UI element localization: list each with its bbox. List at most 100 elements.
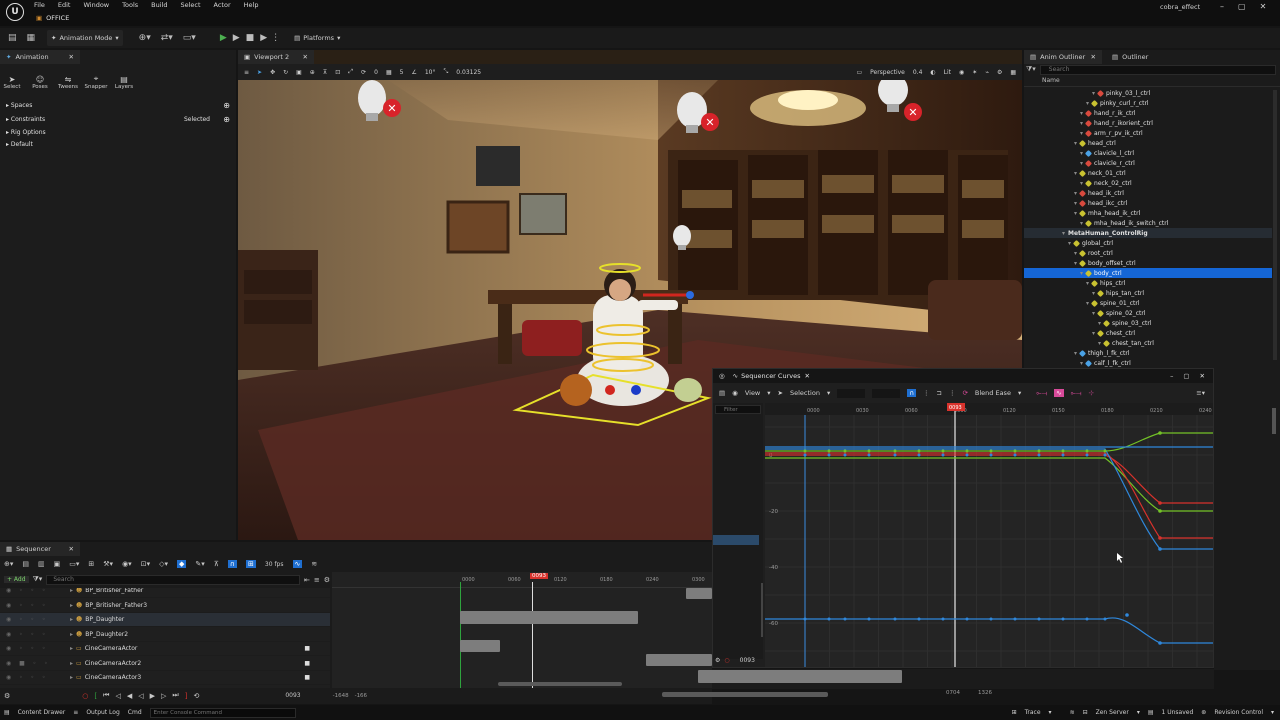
sequencer-track[interactable]: ◉ ◦ ◦ ◦ ▸ ☻ BP_Britisher_Father3: [0, 599, 330, 613]
save-icon[interactable]: ▤: [719, 389, 725, 397]
outliner-row[interactable]: ▾ clavicle_r_ctrl: [1080, 158, 1135, 168]
angle-value[interactable]: 10°: [425, 69, 436, 76]
menu-item-actor[interactable]: Actor: [214, 1, 231, 9]
expand-arrow-icon[interactable]: ▸: [70, 660, 73, 667]
play-advanced-icon[interactable]: ▶: [233, 33, 240, 43]
project-tab[interactable]: ▣ OFFICE: [36, 14, 69, 22]
menu-item-file[interactable]: File: [34, 1, 45, 9]
outliner-row[interactable]: ▾ mha_head_ik_switch_ctrl: [1080, 218, 1168, 228]
platforms-button[interactable]: ▤ Platforms ▾: [290, 30, 344, 46]
camera-cut-icon[interactable]: ■: [304, 645, 310, 652]
track-visibility-icons[interactable]: ◉ ◦ ◦ ◦: [0, 616, 70, 623]
step-back-icon[interactable]: ◁: [115, 692, 120, 700]
snap-icon[interactable]: ⊼: [214, 560, 219, 568]
stop-icon[interactable]: ■: [246, 33, 255, 43]
expand-arrow-icon[interactable]: ▾: [1080, 110, 1083, 117]
close-icon[interactable]: ✕: [1260, 2, 1267, 11]
angle-icon[interactable]: ∠: [411, 69, 416, 76]
constraints-dropdown[interactable]: Selected: [184, 116, 210, 123]
sequencer-track[interactable]: ◉ ■ ◦ ◦ ▸ ▭ CineCameraActor2 ■: [0, 657, 330, 671]
track-clip[interactable]: [460, 611, 638, 624]
outliner-tab[interactable]: ▤ Outliner: [1106, 50, 1166, 64]
timeline-nav-icon[interactable]: ⇤: [304, 576, 310, 584]
timeline-scrollbar[interactable]: [498, 682, 622, 686]
sequencer-track[interactable]: ◉ ◦ ◦ ◦ ▸ ▭ CineCameraActor3 ■: [0, 671, 330, 685]
frame-snap-icon[interactable]: ⊞: [246, 560, 256, 568]
expand-arrow-icon[interactable]: ▸: [70, 631, 73, 638]
viewport-tab[interactable]: ▣ Viewport 2 ✕: [238, 50, 314, 64]
bottom-scrollbar[interactable]: [662, 692, 828, 697]
expand-arrow-icon[interactable]: ▾: [1086, 100, 1089, 107]
expand-arrow-icon[interactable]: ▾: [1098, 320, 1101, 327]
maximize-icon[interactable]: ▢: [1238, 2, 1246, 11]
expand-arrow-icon[interactable]: ▸: [70, 602, 73, 609]
add-icon[interactable]: ⊕: [223, 101, 230, 110]
fov-value[interactable]: 0.4: [913, 69, 923, 76]
snap-icon[interactable]: ∩: [907, 389, 916, 397]
sequencer-search-input[interactable]: [46, 574, 300, 585]
perspective-dropdown[interactable]: Perspective: [870, 69, 905, 76]
outliner-row[interactable]: ▾ body_offset_ctrl: [1074, 258, 1136, 268]
outliner-row[interactable]: ▾ pinky_03_l_ctrl: [1092, 88, 1150, 98]
rotate-icon[interactable]: ↻: [283, 69, 288, 76]
curve-editor-icon[interactable]: ∿: [292, 560, 303, 568]
derived-data-icon[interactable]: ≋: [1070, 709, 1075, 716]
rig-options-section[interactable]: ▸ Rig Options: [6, 129, 46, 136]
minimize-icon[interactable]: –: [1220, 2, 1224, 11]
expand-arrow-icon[interactable]: ▾: [1092, 330, 1095, 337]
menu-item-help[interactable]: Help: [244, 1, 259, 9]
list-icon[interactable]: ≋: [311, 560, 317, 568]
curves-filter-input[interactable]: [715, 405, 761, 414]
track-visibility-icons[interactable]: ◉ ◦ ◦ ◦: [0, 674, 70, 681]
maximize-icon[interactable]: ▢: [1183, 372, 1189, 380]
menu-icon[interactable]: ≡▾: [1196, 389, 1205, 397]
view-range-end2[interactable]: 1326: [978, 690, 992, 696]
tangent-icon[interactable]: ⟜⟞: [1036, 389, 1047, 398]
record-icon[interactable]: ○: [82, 692, 88, 700]
record-icon[interactable]: ○: [724, 657, 729, 664]
outliner-row[interactable]: ▾ thigh_l_fk_ctrl: [1074, 348, 1130, 358]
value-field[interactable]: [872, 388, 901, 398]
track-visibility-icons[interactable]: ◉ ◦ ◦ ◦: [0, 645, 70, 652]
expand-arrow-icon[interactable]: ▾: [1092, 310, 1095, 317]
sequencer-track[interactable]: ◉ ◦ ◦ ◦ ▸ ☻ BP_Daughter2: [0, 628, 330, 642]
menu-item-tools[interactable]: Tools: [122, 1, 138, 9]
grid-value[interactable]: 5: [400, 69, 404, 76]
blend-dropdown[interactable]: Blend Ease: [975, 389, 1011, 397]
skip-end-icon[interactable]: ⏭: [172, 691, 178, 700]
expand-arrow-icon[interactable]: ▾: [1098, 340, 1101, 347]
outliner-row[interactable]: ▾ clavicle_l_ctrl: [1080, 148, 1134, 158]
playhead-label[interactable]: 0093: [530, 573, 548, 579]
outliner-row[interactable]: ▾ arm_r_pv_ik_ctrl: [1080, 128, 1143, 138]
camera-icon[interactable]: ▭▾: [183, 33, 196, 43]
select-icon[interactable]: ➤: [257, 69, 262, 76]
expand-arrow-icon[interactable]: ▾: [1080, 360, 1083, 367]
expand-arrow-icon[interactable]: ▾: [1062, 230, 1065, 237]
more-icon[interactable]: ⋮: [949, 389, 956, 397]
play-icon[interactable]: ▶: [220, 33, 227, 43]
revision-control-button[interactable]: Revision Control: [1214, 709, 1263, 716]
find-icon[interactable]: ▥: [38, 560, 45, 568]
settings-icon[interactable]: ⚙: [4, 692, 10, 700]
settings-icon[interactable]: ⚙: [997, 69, 1002, 76]
current-frame-field[interactable]: 0093: [285, 692, 300, 699]
expand-arrow-icon[interactable]: ▾: [1074, 190, 1077, 197]
track-visibility-icons[interactable]: ◉ ◦ ◦ ◦: [0, 588, 70, 594]
outliner-row[interactable]: ▾ chest_tan_ctrl: [1098, 338, 1154, 348]
filter-icon[interactable]: ⧩▾: [1026, 65, 1036, 74]
spaces-section[interactable]: ▸ Spaces ⊕: [6, 101, 232, 110]
view-range-end[interactable]: 0704: [946, 690, 960, 696]
range-start-icon[interactable]: [: [94, 692, 97, 700]
outliner-row[interactable]: ▾ head_ik_ctrl: [1074, 188, 1124, 198]
expand-arrow-icon[interactable]: ▾: [1086, 280, 1089, 287]
outliner-row[interactable]: ▾ hips_ctrl: [1086, 278, 1125, 288]
track-visibility-icons[interactable]: ◉ ■ ◦ ◦: [0, 660, 70, 667]
keys-icon[interactable]: ⊞: [88, 560, 94, 568]
expand-arrow-icon[interactable]: ▸: [70, 645, 73, 652]
tool-snapper[interactable]: ⌖ Snapper: [85, 74, 108, 90]
animation-tab[interactable]: ✦ Animation ✕: [0, 50, 80, 64]
outliner-row[interactable]: ▾ neck_01_ctrl: [1074, 168, 1126, 178]
tangent-icon[interactable]: ⟜⟞: [1071, 389, 1082, 398]
expand-arrow-icon[interactable]: ▸: [70, 674, 73, 681]
track-visibility-icons[interactable]: ◉ ◦ ◦ ◦: [0, 631, 70, 638]
